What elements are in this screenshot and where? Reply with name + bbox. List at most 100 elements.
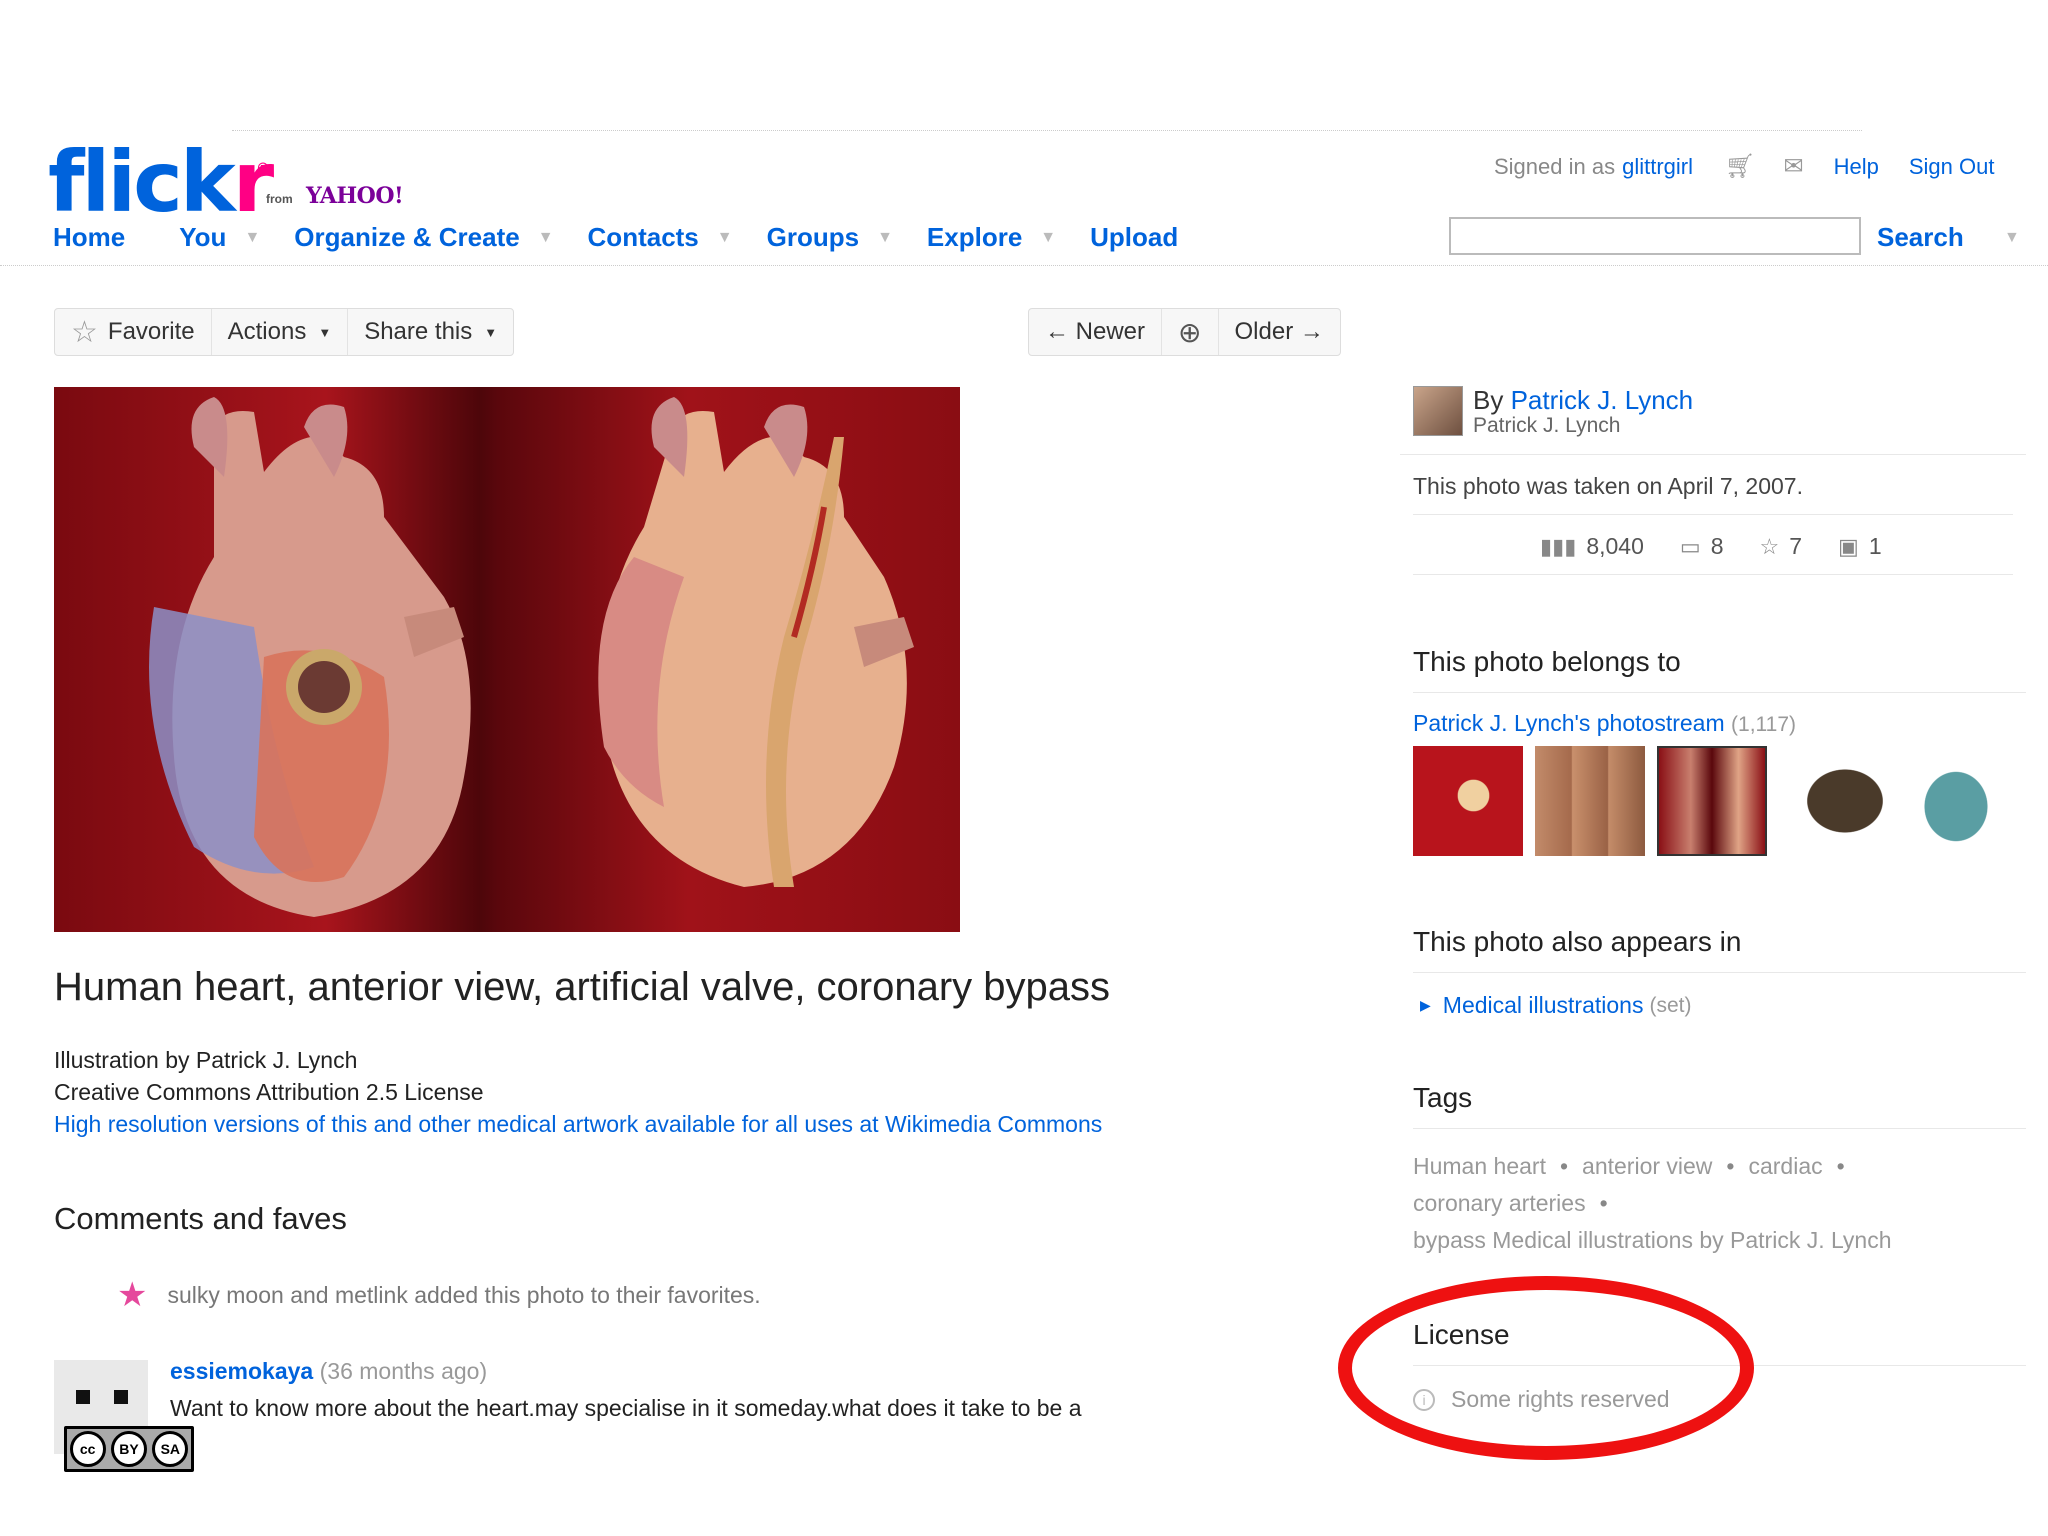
author-avatar[interactable]: [1413, 386, 1463, 436]
by-icon: BY: [110, 1431, 147, 1467]
sets-stat[interactable]: ▣ 1: [1838, 533, 1882, 560]
annotation-circle: [1338, 1276, 1754, 1460]
search-button[interactable]: Search: [1877, 222, 1964, 253]
tag-link[interactable]: coronary arteries: [1413, 1190, 1586, 1216]
divider: [1413, 692, 2026, 693]
search-input[interactable]: [1449, 217, 1861, 255]
photo-title: Human heart, anterior view, artificial v…: [54, 965, 1111, 1009]
zoom-button[interactable]: ⊕: [1162, 309, 1219, 355]
set-kind: (set): [1649, 993, 1692, 1017]
description-line: Illustration by Patrick J. Lynch: [54, 1047, 358, 1073]
set-item: ▶ Medical illustrations (set): [1420, 992, 1691, 1019]
sa-icon: SA: [152, 1431, 189, 1467]
description-line: Creative Commons Attribution 2.5 License: [54, 1079, 484, 1105]
nav-contacts[interactable]: Contacts ▼: [588, 222, 733, 253]
views-icon: ▮▮▮: [1540, 533, 1577, 559]
comment-author-link[interactable]: essiemokaya: [170, 1358, 313, 1384]
chevron-down-icon[interactable]: ▼: [2004, 229, 2020, 247]
tag-link[interactable]: bypass Medical illustrations by Patrick …: [1413, 1222, 1973, 1259]
tags-heading: Tags: [1413, 1082, 1473, 1113]
zoom-in-icon: ⊕: [1178, 316, 1202, 348]
caret-down-icon: ▼: [484, 324, 498, 340]
caret-down-icon: ▼: [318, 324, 332, 340]
thumbnail[interactable]: [1413, 746, 1523, 856]
divider: [1400, 454, 2026, 455]
comment-icon: ▭: [1679, 533, 1701, 559]
chevron-down-icon[interactable]: ▼: [1040, 229, 1056, 247]
appears-heading: This photo also appears in: [1413, 926, 1742, 957]
thumbnail-current[interactable]: [1657, 746, 1767, 856]
main-nav: Home You ▼ Organize & Create ▼ Contacts ▼ G…: [53, 222, 1178, 253]
divider: [1413, 1128, 2026, 1129]
cart-icon[interactable]: 🛒︎: [1725, 152, 1755, 181]
signed-in-label: Signed in as: [1494, 153, 1616, 179]
tags-list: Human heart • anterior view • cardiac • coron…: [1413, 1148, 1973, 1259]
nav-explore[interactable]: Explore ▼: [927, 222, 1056, 253]
newer-button[interactable]: ← Newer: [1029, 309, 1163, 355]
nav-upload[interactable]: Upload: [1090, 222, 1178, 253]
divider: [1413, 514, 2013, 515]
divider: [1413, 972, 2026, 973]
photostream-thumbnails: [1413, 746, 2023, 856]
author-link[interactable]: Patrick J. Lynch: [1511, 385, 1694, 415]
avatar-eye: [114, 1390, 128, 1404]
author-realname: Patrick J. Lynch: [1473, 414, 1621, 437]
share-menu-button[interactable]: Share this ▼: [348, 309, 513, 355]
main-photo[interactable]: [54, 387, 960, 932]
favorites-summary: ★ sulky moon and metlink added this phot…: [117, 1276, 761, 1314]
photo-stats: ▮▮▮ 8,040 ▭ 8 ☆ 7 ▣ 1: [1540, 533, 1918, 560]
photo-author: By Patrick J. Lynch: [1473, 385, 1694, 415]
tag-link[interactable]: cardiac: [1748, 1153, 1822, 1179]
star-icon: ☆: [1759, 533, 1780, 559]
star-icon: ☆: [71, 315, 98, 349]
mail-icon[interactable]: ✉︎: [1783, 152, 1803, 181]
thumbnail[interactable]: [1535, 746, 1645, 856]
triangle-right-icon: ▶: [1420, 997, 1431, 1013]
tag-link[interactable]: Human heart: [1413, 1153, 1546, 1179]
nav-organize-create[interactable]: Organize & Create ▼: [294, 222, 553, 253]
divider: [1413, 574, 2013, 575]
photostream-line: Patrick J. Lynch's photostream (1,117): [1413, 710, 1796, 737]
cc-license-badge[interactable]: cc BY SA: [64, 1426, 194, 1472]
comment-timestamp: (36 months ago): [319, 1358, 488, 1384]
cc-icon: cc: [69, 1431, 106, 1467]
logo-from-text: from: [266, 192, 293, 206]
account-bar: Signed in as glittrgirl 🛒︎ ✉︎ Help Sign …: [1494, 152, 1994, 181]
views-stat: ▮▮▮ 8,040: [1540, 533, 1644, 559]
thumbnail[interactable]: [1779, 746, 1889, 856]
top-divider: [232, 130, 1862, 131]
photo-description: Illustration by Patrick J. Lynch Creativ…: [54, 1044, 1102, 1140]
tag-link[interactable]: anterior view: [1582, 1153, 1712, 1179]
nav-you[interactable]: You ▼: [179, 222, 260, 253]
nav-groups[interactable]: Groups ▼: [767, 222, 893, 253]
chevron-down-icon[interactable]: ▼: [244, 229, 260, 247]
nav-home[interactable]: Home: [53, 222, 125, 253]
chevron-down-icon[interactable]: ▼: [877, 229, 893, 247]
older-button[interactable]: Older →: [1219, 309, 1340, 355]
wikimedia-link[interactable]: High resolution versions of this and oth…: [54, 1108, 1102, 1140]
favorite-star-icon: ★: [117, 1276, 148, 1314]
photostream-link[interactable]: Patrick J. Lynch's photostream: [1413, 710, 1725, 736]
actions-menu-button[interactable]: Actions ▼: [212, 309, 349, 355]
help-link[interactable]: Help: [1834, 154, 1879, 180]
comments-heading: Comments and faves: [54, 1201, 347, 1236]
faves-stat[interactable]: ☆ 7: [1759, 533, 1802, 560]
belongs-heading: This photo belongs to: [1413, 646, 1681, 677]
photostream-count: (1,117): [1731, 713, 1796, 736]
set-icon: ▣: [1838, 533, 1859, 559]
sign-out-link[interactable]: Sign Out: [1909, 154, 1995, 180]
set-link[interactable]: Medical illustrations: [1443, 992, 1644, 1019]
comments-stat[interactable]: ▭ 8: [1680, 533, 1724, 560]
chevron-down-icon[interactable]: ▼: [717, 229, 733, 247]
chevron-down-icon[interactable]: ▼: [538, 229, 554, 247]
favorite-button[interactable]: ☆ Favorite: [55, 309, 212, 355]
photo-pager: ← Newer ⊕ Older →: [1028, 308, 1341, 356]
thumbnail[interactable]: [1901, 746, 2011, 856]
avatar-eye: [76, 1390, 90, 1404]
taken-date: This photo was taken on April 7, 2007.: [1413, 473, 1803, 499]
username-link[interactable]: glittrgirl: [1622, 154, 1693, 180]
heart-illustration: [149, 397, 914, 917]
yahoo-logo: YAHOO!: [306, 183, 404, 209]
flickr-logo[interactable]: flickr ®: [48, 140, 274, 224]
nav-divider: [0, 265, 2048, 266]
